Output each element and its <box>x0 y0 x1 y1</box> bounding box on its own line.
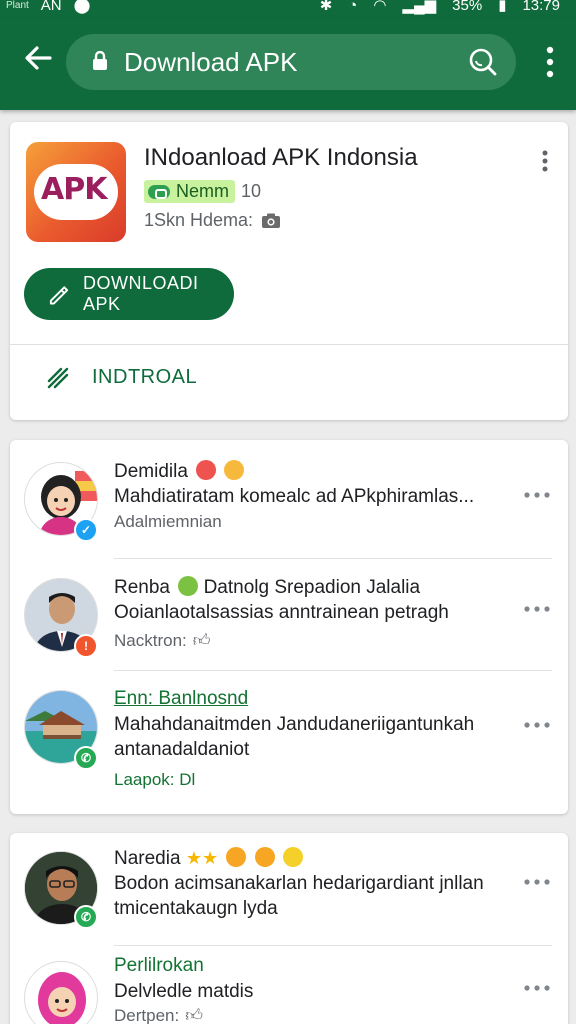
post-text-line-1: Bodon acimsanakarlan hedarigardiant jnll… <box>114 873 484 894</box>
thumbs-up-icon[interactable]: 👍︎ <box>185 1005 203 1024</box>
post-more-icon[interactable] <box>524 722 550 728</box>
angry-emoji-icon <box>196 460 217 480</box>
post-author: Renba Datnolg Srepadion Jalalia <box>114 576 420 599</box>
post-author: Naredia ★★ <box>114 847 303 870</box>
post-more-icon[interactable] <box>524 606 550 612</box>
post-meta: Adalmiemnian <box>114 512 222 531</box>
post-meta: Dertpen: 👍︎ <box>114 1005 203 1024</box>
battery-percent: 35% <box>452 0 483 14</box>
list-item[interactable]: ! Renba Datnolg Srepadion Jalalia Ooianl… <box>10 558 568 668</box>
post-author-name[interactable]: Enn: Banlnosnd <box>114 688 248 710</box>
app-meta-row: 1Skn Hdema: <box>144 210 281 231</box>
badge-label: Nemm <box>176 181 229 201</box>
app-title: INdoanload APK Indonsia <box>144 144 418 171</box>
post-text-line-1: Mahahdanaitmden Jandudaneriigantunkah <box>114 714 475 735</box>
smile-emoji-icon <box>224 460 245 480</box>
install-button[interactable]: INDTROAL <box>46 364 197 390</box>
happy-emoji-icon <box>178 576 199 596</box>
badge-row: Nemm 10 <box>144 180 261 203</box>
post-meta-text: Nacktron: <box>114 630 187 650</box>
app-info-card: APK INdoanload APK Indonsia Nemm 10 1Skn… <box>10 122 568 420</box>
twitter-icon: ✓ <box>74 518 98 542</box>
thumbs-up-icon[interactable]: 👍︎ <box>193 630 211 651</box>
whatsapp-icon: ✆ <box>74 746 98 770</box>
emoji-icon <box>282 847 303 867</box>
wifi-icon: ◠ <box>373 0 387 14</box>
signal-icon: ▂▄▆ <box>402 0 437 14</box>
edit-icon <box>47 367 69 389</box>
post-text: Ooianlaotalsassias anntrainean petragh <box>114 602 449 623</box>
posts-card: ✓ Demidila Mahdiatiratam komealc ad APkp… <box>10 440 568 814</box>
lock-icon <box>93 51 107 70</box>
status-badge: Nemm <box>144 180 235 203</box>
card-menu-icon[interactable] <box>542 150 548 172</box>
post-more-icon[interactable] <box>524 492 550 498</box>
post-text: Mahdiatiratam komealc ad APkphiramlas... <box>114 486 475 507</box>
link-icon <box>148 184 170 199</box>
clock: 13:79 <box>522 0 560 14</box>
app-bar: Download APK <box>0 18 576 110</box>
post-author-name: Renba <box>114 577 170 598</box>
download-button-label: DOWNLOADI APK <box>83 273 199 314</box>
post-author-name: Naredia <box>114 848 181 869</box>
list-item[interactable]: ✆ Enn: Banlnosnd Mahahdanaitmden Janduda… <box>10 670 568 789</box>
post-author: Demidila <box>114 460 245 483</box>
post-more-icon[interactable] <box>524 985 550 991</box>
address-bar[interactable]: Download APK <box>66 34 516 90</box>
post-author-suffix: Datnolg Srepadion Jalalia <box>203 577 421 598</box>
post-author-name[interactable]: Perlilrokan <box>114 955 204 977</box>
post-text-line-2: tmicentakaugn lyda <box>114 898 278 919</box>
pencil-icon <box>49 286 69 305</box>
download-button[interactable]: DOWNLOADI APK <box>24 268 234 320</box>
post-text: Mahahdanaitmden Jandudaneriigantunkah an… <box>114 712 514 762</box>
bluetooth-icon: ✱ <box>319 0 333 14</box>
post-author-name: Demidila <box>114 461 188 482</box>
post-meta: Laapok: Dl <box>114 770 196 789</box>
battery-icon: ▮ <box>498 0 507 14</box>
post-text: Bodon acimsanakarlan hedarigardiant jnll… <box>114 871 514 921</box>
search-icon[interactable] <box>468 47 498 77</box>
list-item[interactable]: ✓ Demidila Mahdiatiratam komealc ad APkp… <box>10 440 568 550</box>
status-notification-text: Plant <box>6 0 29 11</box>
notification-icon: ⬤ <box>73 0 91 14</box>
post-more-icon[interactable] <box>524 879 550 885</box>
install-label: INDTROAL <box>92 365 198 388</box>
post-meta: Nacktron: 👍︎ <box>114 630 211 651</box>
list-item[interactable]: Perlilrokan Delvledle matdis Dertpen: 👍︎ <box>10 945 568 1024</box>
post-meta-text: Dertpen: <box>114 1005 180 1024</box>
overflow-menu-icon[interactable] <box>546 46 554 78</box>
app-meta-text: 1Skn Hdema: <box>144 210 254 230</box>
url-text: Download APK <box>124 47 298 77</box>
star-icon: ★ <box>185 848 202 868</box>
whatsapp-icon: ✆ <box>74 905 98 929</box>
carrier-text: AN <box>40 0 62 14</box>
app-logo-text: APK <box>41 172 107 207</box>
app-logo: APK <box>26 142 126 242</box>
post-text-line-2: antanadaldaniot <box>114 739 250 760</box>
alert-icon: ! <box>74 634 98 658</box>
version-text: 10 <box>241 181 262 201</box>
post-text: Delvledle matdis <box>114 981 254 1002</box>
posts-card-2: ✆ Naredia ★★ Bodon acimsanakarlan hedari… <box>10 833 568 1024</box>
camera-icon <box>262 213 281 228</box>
divider <box>10 344 568 345</box>
list-item[interactable]: ✆ Naredia ★★ Bodon acimsanakarlan hedari… <box>10 833 568 943</box>
star-icon: ★ <box>201 848 219 868</box>
emoji-icon <box>226 847 247 867</box>
alarm-icon: ◔ <box>348 0 358 14</box>
back-arrow-icon[interactable] <box>22 42 54 74</box>
emoji-icon <box>254 847 275 867</box>
woman-hijab-avatar <box>24 961 98 1024</box>
